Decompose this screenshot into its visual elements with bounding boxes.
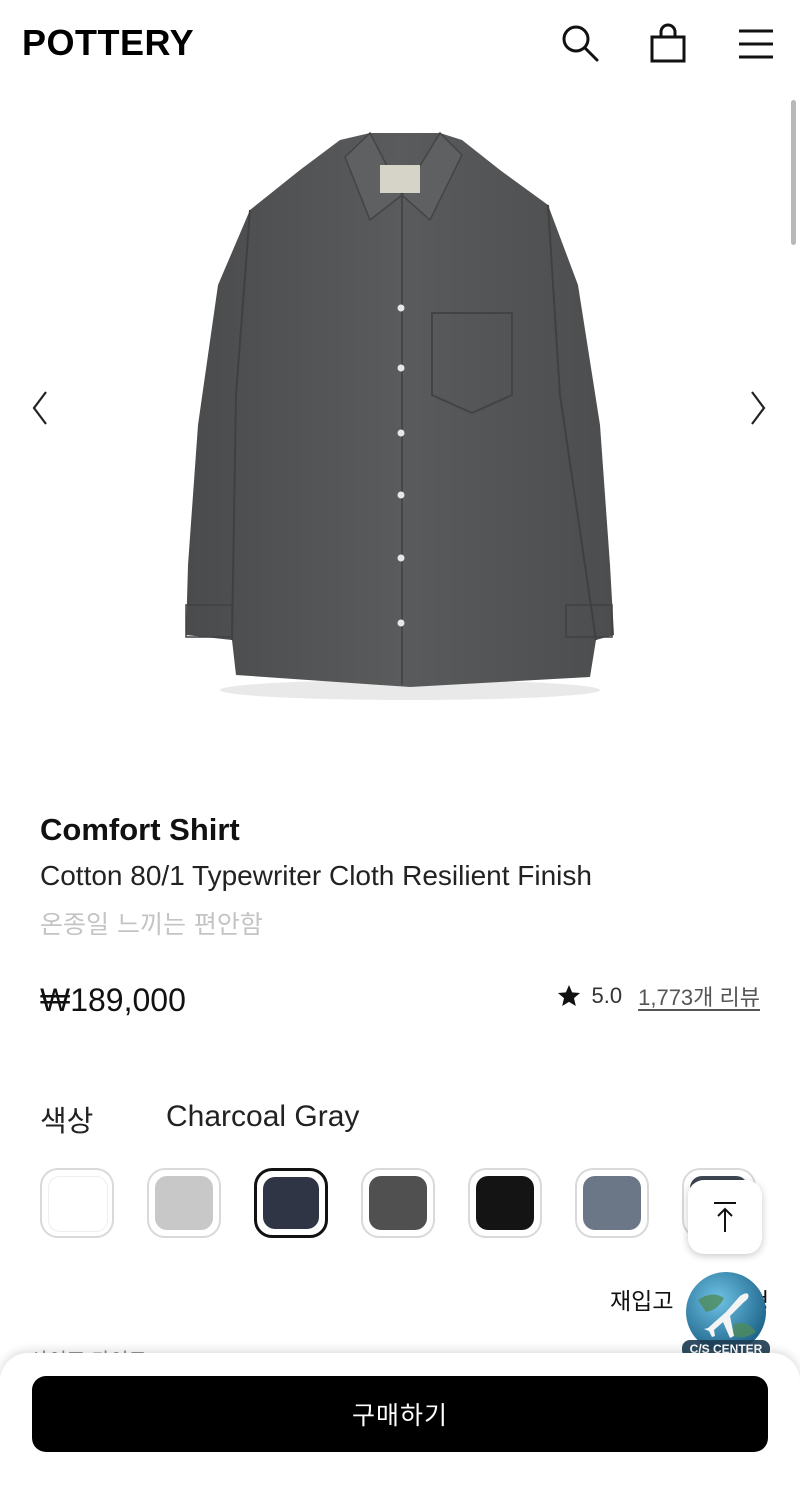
- page-scrollbar[interactable]: [791, 100, 796, 245]
- swatch-fill: [369, 1176, 427, 1230]
- swatch-fill: [155, 1176, 213, 1230]
- product-subtitle: 온종일 느끼는 편안함: [40, 910, 263, 939]
- cs-center-button[interactable]: C/S CENTER: [678, 1270, 774, 1362]
- brand-logo[interactable]: POTTERY: [22, 22, 194, 64]
- color-swatch[interactable]: [147, 1168, 221, 1238]
- arrow-up-icon: [714, 1202, 736, 1232]
- color-swatch[interactable]: [254, 1168, 328, 1238]
- menu-icon[interactable]: [733, 20, 779, 66]
- restock-notify-link[interactable]: 재입고: [610, 1282, 673, 1316]
- reviews-link[interactable]: 1,773개 리뷰: [638, 980, 760, 1012]
- color-swatch[interactable]: [361, 1168, 435, 1238]
- buy-button[interactable]: 구매하기: [32, 1376, 768, 1452]
- product-rating: 5.0 1,773개 리뷰: [556, 980, 760, 1012]
- search-icon[interactable]: [557, 20, 603, 66]
- selected-color-name: Charcoal Gray: [166, 1100, 360, 1133]
- bag-icon[interactable]: [645, 20, 691, 66]
- product-name: Comfort Shirt: [40, 812, 240, 847]
- swatch-fill: [48, 1176, 108, 1232]
- rating-score: 5.0: [591, 983, 623, 1008]
- color-label: 색상: [40, 1104, 94, 1138]
- prev-image-button[interactable]: [20, 380, 60, 436]
- swatch-fill: [476, 1176, 534, 1230]
- next-image-button[interactable]: [738, 380, 778, 436]
- swatch-fill: [583, 1176, 641, 1230]
- color-swatch[interactable]: [40, 1168, 114, 1238]
- star-icon: [557, 984, 580, 1006]
- product-image: [185, 131, 614, 700]
- chevron-left-icon: [32, 391, 47, 425]
- product-price: ₩189,000: [40, 982, 186, 1018]
- scroll-to-top-button[interactable]: [688, 1180, 762, 1254]
- chevron-right-icon: [751, 391, 766, 425]
- swatch-fill: [263, 1177, 319, 1229]
- color-swatch[interactable]: [575, 1168, 649, 1238]
- color-swatch[interactable]: [468, 1168, 542, 1238]
- product-description: Cotton 80/1 Typewriter Cloth Resilient F…: [40, 860, 592, 891]
- product-image-gallery[interactable]: [0, 95, 800, 755]
